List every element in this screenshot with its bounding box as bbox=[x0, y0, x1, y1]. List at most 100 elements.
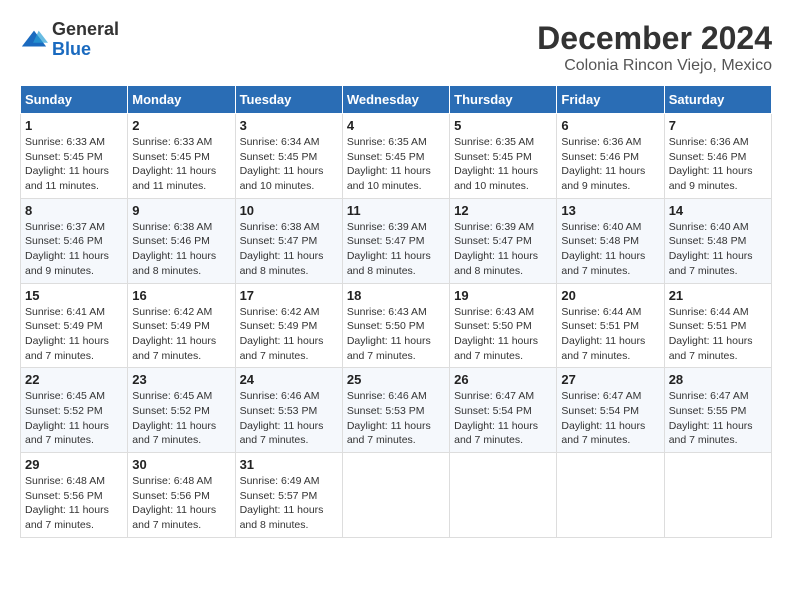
daylight-label: Daylight: 11 hoursand 8 minutes. bbox=[132, 250, 216, 277]
sunrise-label: Sunrise: 6:37 AM bbox=[25, 221, 105, 233]
day-info: Sunrise: 6:40 AM Sunset: 5:48 PM Dayligh… bbox=[669, 220, 767, 279]
daylight-label: Daylight: 11 hoursand 9 minutes. bbox=[561, 165, 645, 192]
daylight-label: Daylight: 11 hoursand 7 minutes. bbox=[132, 335, 216, 362]
sunrise-label: Sunrise: 6:33 AM bbox=[25, 136, 105, 148]
day-info: Sunrise: 6:43 AM Sunset: 5:50 PM Dayligh… bbox=[454, 305, 552, 364]
day-info: Sunrise: 6:40 AM Sunset: 5:48 PM Dayligh… bbox=[561, 220, 659, 279]
sunrise-label: Sunrise: 6:36 AM bbox=[669, 136, 749, 148]
day-number: 10 bbox=[240, 203, 338, 218]
daylight-label: Daylight: 11 hoursand 7 minutes. bbox=[669, 250, 753, 277]
day-number: 26 bbox=[454, 372, 552, 387]
daylight-label: Daylight: 11 hoursand 11 minutes. bbox=[132, 165, 216, 192]
sunset-label: Sunset: 5:56 PM bbox=[132, 490, 210, 502]
calendar-week-row: 1 Sunrise: 6:33 AM Sunset: 5:45 PM Dayli… bbox=[21, 114, 772, 199]
sunrise-label: Sunrise: 6:38 AM bbox=[132, 221, 212, 233]
calendar-cell: 16 Sunrise: 6:42 AM Sunset: 5:49 PM Dayl… bbox=[128, 283, 235, 368]
day-number: 24 bbox=[240, 372, 338, 387]
day-info: Sunrise: 6:37 AM Sunset: 5:46 PM Dayligh… bbox=[25, 220, 123, 279]
sunrise-label: Sunrise: 6:44 AM bbox=[561, 306, 641, 318]
sunset-label: Sunset: 5:53 PM bbox=[347, 405, 425, 417]
calendar-cell: 15 Sunrise: 6:41 AM Sunset: 5:49 PM Dayl… bbox=[21, 283, 128, 368]
day-number: 22 bbox=[25, 372, 123, 387]
sunset-label: Sunset: 5:45 PM bbox=[25, 151, 103, 163]
daylight-label: Daylight: 11 hoursand 10 minutes. bbox=[240, 165, 324, 192]
day-number: 20 bbox=[561, 288, 659, 303]
day-number: 1 bbox=[25, 118, 123, 133]
sunset-label: Sunset: 5:46 PM bbox=[669, 151, 747, 163]
sunrise-label: Sunrise: 6:48 AM bbox=[132, 475, 212, 487]
sunrise-label: Sunrise: 6:39 AM bbox=[347, 221, 427, 233]
sunset-label: Sunset: 5:51 PM bbox=[669, 320, 747, 332]
daylight-label: Daylight: 11 hoursand 7 minutes. bbox=[669, 335, 753, 362]
calendar-cell: 12 Sunrise: 6:39 AM Sunset: 5:47 PM Dayl… bbox=[450, 198, 557, 283]
col-thursday: Thursday bbox=[450, 86, 557, 114]
location-subtitle: Colonia Rincon Viejo, Mexico bbox=[537, 57, 772, 75]
sunrise-label: Sunrise: 6:40 AM bbox=[669, 221, 749, 233]
daylight-label: Daylight: 11 hoursand 9 minutes. bbox=[669, 165, 753, 192]
day-number: 23 bbox=[132, 372, 230, 387]
daylight-label: Daylight: 11 hoursand 7 minutes. bbox=[25, 335, 109, 362]
calendar-cell: 27 Sunrise: 6:47 AM Sunset: 5:54 PM Dayl… bbox=[557, 368, 664, 453]
day-info: Sunrise: 6:33 AM Sunset: 5:45 PM Dayligh… bbox=[132, 135, 230, 194]
logo-blue-text: Blue bbox=[52, 39, 91, 59]
daylight-label: Daylight: 11 hoursand 7 minutes. bbox=[561, 335, 645, 362]
day-number: 16 bbox=[132, 288, 230, 303]
calendar-cell: 9 Sunrise: 6:38 AM Sunset: 5:46 PM Dayli… bbox=[128, 198, 235, 283]
sunset-label: Sunset: 5:54 PM bbox=[561, 405, 639, 417]
day-info: Sunrise: 6:49 AM Sunset: 5:57 PM Dayligh… bbox=[240, 474, 338, 533]
sunrise-label: Sunrise: 6:43 AM bbox=[347, 306, 427, 318]
day-info: Sunrise: 6:39 AM Sunset: 5:47 PM Dayligh… bbox=[454, 220, 552, 279]
day-number: 30 bbox=[132, 457, 230, 472]
daylight-label: Daylight: 11 hoursand 11 minutes. bbox=[25, 165, 109, 192]
sunset-label: Sunset: 5:49 PM bbox=[25, 320, 103, 332]
daylight-label: Daylight: 11 hoursand 7 minutes. bbox=[132, 420, 216, 447]
day-number: 4 bbox=[347, 118, 445, 133]
calendar-cell: 26 Sunrise: 6:47 AM Sunset: 5:54 PM Dayl… bbox=[450, 368, 557, 453]
day-info: Sunrise: 6:36 AM Sunset: 5:46 PM Dayligh… bbox=[669, 135, 767, 194]
day-info: Sunrise: 6:39 AM Sunset: 5:47 PM Dayligh… bbox=[347, 220, 445, 279]
sunset-label: Sunset: 5:47 PM bbox=[240, 235, 318, 247]
day-number: 7 bbox=[669, 118, 767, 133]
sunrise-label: Sunrise: 6:33 AM bbox=[132, 136, 212, 148]
calendar-cell: 31 Sunrise: 6:49 AM Sunset: 5:57 PM Dayl… bbox=[235, 453, 342, 538]
day-info: Sunrise: 6:46 AM Sunset: 5:53 PM Dayligh… bbox=[240, 389, 338, 448]
daylight-label: Daylight: 11 hoursand 7 minutes. bbox=[561, 420, 645, 447]
calendar-cell: 30 Sunrise: 6:48 AM Sunset: 5:56 PM Dayl… bbox=[128, 453, 235, 538]
daylight-label: Daylight: 11 hoursand 7 minutes. bbox=[561, 250, 645, 277]
sunset-label: Sunset: 5:46 PM bbox=[132, 235, 210, 247]
day-info: Sunrise: 6:42 AM Sunset: 5:49 PM Dayligh… bbox=[240, 305, 338, 364]
day-info: Sunrise: 6:47 AM Sunset: 5:54 PM Dayligh… bbox=[454, 389, 552, 448]
col-friday: Friday bbox=[557, 86, 664, 114]
calendar-cell: 8 Sunrise: 6:37 AM Sunset: 5:46 PM Dayli… bbox=[21, 198, 128, 283]
calendar-cell: 14 Sunrise: 6:40 AM Sunset: 5:48 PM Dayl… bbox=[664, 198, 771, 283]
sunrise-label: Sunrise: 6:35 AM bbox=[454, 136, 534, 148]
sunrise-label: Sunrise: 6:49 AM bbox=[240, 475, 320, 487]
daylight-label: Daylight: 11 hoursand 8 minutes. bbox=[240, 504, 324, 531]
calendar-cell bbox=[664, 453, 771, 538]
logo: General Blue bbox=[20, 20, 119, 60]
calendar-week-row: 22 Sunrise: 6:45 AM Sunset: 5:52 PM Dayl… bbox=[21, 368, 772, 453]
calendar-header-row: Sunday Monday Tuesday Wednesday Thursday… bbox=[21, 86, 772, 114]
sunrise-label: Sunrise: 6:47 AM bbox=[454, 390, 534, 402]
sunset-label: Sunset: 5:46 PM bbox=[25, 235, 103, 247]
day-info: Sunrise: 6:48 AM Sunset: 5:56 PM Dayligh… bbox=[25, 474, 123, 533]
daylight-label: Daylight: 11 hoursand 10 minutes. bbox=[454, 165, 538, 192]
logo-text: General Blue bbox=[52, 20, 119, 60]
page-header: General Blue December 2024 Colonia Rinco… bbox=[20, 20, 772, 75]
calendar-cell: 2 Sunrise: 6:33 AM Sunset: 5:45 PM Dayli… bbox=[128, 114, 235, 199]
day-number: 15 bbox=[25, 288, 123, 303]
daylight-label: Daylight: 11 hoursand 7 minutes. bbox=[347, 420, 431, 447]
sunset-label: Sunset: 5:51 PM bbox=[561, 320, 639, 332]
calendar-cell: 1 Sunrise: 6:33 AM Sunset: 5:45 PM Dayli… bbox=[21, 114, 128, 199]
day-number: 12 bbox=[454, 203, 552, 218]
calendar-cell: 24 Sunrise: 6:46 AM Sunset: 5:53 PM Dayl… bbox=[235, 368, 342, 453]
calendar-cell: 4 Sunrise: 6:35 AM Sunset: 5:45 PM Dayli… bbox=[342, 114, 449, 199]
day-info: Sunrise: 6:48 AM Sunset: 5:56 PM Dayligh… bbox=[132, 474, 230, 533]
day-number: 5 bbox=[454, 118, 552, 133]
day-number: 19 bbox=[454, 288, 552, 303]
calendar-week-row: 8 Sunrise: 6:37 AM Sunset: 5:46 PM Dayli… bbox=[21, 198, 772, 283]
calendar-cell: 5 Sunrise: 6:35 AM Sunset: 5:45 PM Dayli… bbox=[450, 114, 557, 199]
day-info: Sunrise: 6:44 AM Sunset: 5:51 PM Dayligh… bbox=[669, 305, 767, 364]
sunset-label: Sunset: 5:47 PM bbox=[347, 235, 425, 247]
sunset-label: Sunset: 5:57 PM bbox=[240, 490, 318, 502]
